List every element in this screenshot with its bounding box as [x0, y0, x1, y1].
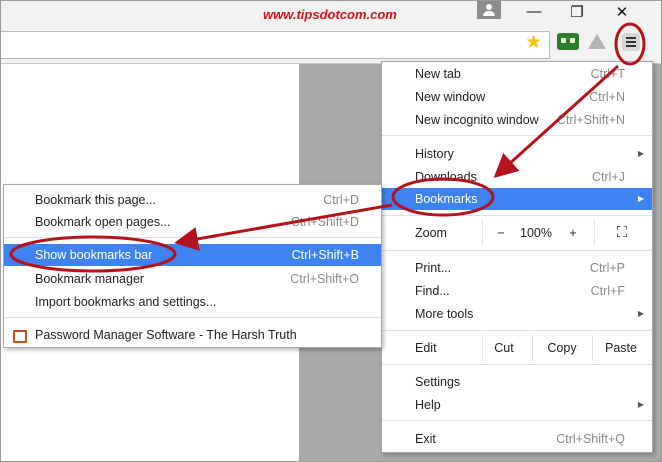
zoom-out-button[interactable]: −	[482, 220, 520, 246]
menu-item-settings[interactable]: Settings	[382, 371, 652, 393]
zoom-label: Zoom	[415, 226, 447, 240]
watermark-text: www.tipsdotcom.com	[263, 7, 397, 22]
browser-window: www.tipsdotcom.com — ❐ ✕ ★ New tab Ctrl+…	[0, 0, 662, 462]
cut-button[interactable]: Cut	[482, 335, 526, 361]
profile-button[interactable]	[477, 1, 501, 19]
menu-item-new-incognito-window[interactable]: New incognito window Ctrl+Shift+N	[382, 109, 652, 131]
chrome-main-menu: New tab Ctrl+T New window Ctrl+N New inc…	[381, 61, 653, 453]
zoom-level: 100%	[520, 226, 552, 240]
submenu-arrow-icon: ▶	[637, 309, 644, 318]
zoom-in-button[interactable]: +	[554, 220, 592, 246]
drive-extension-icon[interactable]	[588, 34, 606, 49]
restore-button[interactable]: ❐	[567, 3, 587, 21]
submenu-item-bookmark-this-page[interactable]: Bookmark this page... Ctrl+D	[4, 189, 381, 211]
menu-item-find[interactable]: Find... Ctrl+F	[382, 280, 652, 302]
menu-edit-row: Edit Cut Copy Paste	[382, 335, 652, 361]
title-bar: www.tipsdotcom.com — ❐ ✕	[1, 1, 661, 27]
menu-separator	[382, 330, 652, 331]
chrome-menu-button[interactable]	[622, 33, 640, 51]
submenu-item-bookmark-open-pages[interactable]: Bookmark open pages... Ctrl+Shift+D	[4, 211, 381, 233]
copy-button[interactable]: Copy	[538, 335, 586, 361]
submenu-item-bookmark-manager[interactable]: Bookmark manager Ctrl+Shift+O	[4, 268, 381, 290]
paste-button[interactable]: Paste	[596, 335, 646, 361]
menu-separator	[382, 135, 652, 136]
person-icon	[486, 4, 492, 10]
submenu-item-import-bookmarks[interactable]: Import bookmarks and settings...	[4, 291, 381, 313]
menu-item-bookmarks[interactable]: Bookmarks ▶	[382, 188, 652, 210]
edit-label: Edit	[415, 341, 437, 355]
menu-item-print[interactable]: Print... Ctrl+P	[382, 257, 652, 279]
site-favicon-icon	[13, 330, 27, 343]
menu-zoom-row: Zoom − 100% + ⛶	[382, 220, 652, 246]
fullscreen-icon[interactable]: ⛶	[602, 220, 642, 246]
close-button[interactable]: ✕	[612, 3, 632, 21]
menu-separator	[382, 215, 652, 216]
submenu-arrow-icon: ▶	[637, 149, 644, 158]
bookmark-item[interactable]: Password Manager Software - The Harsh Tr…	[4, 324, 381, 346]
menu-item-help[interactable]: Help ▶	[382, 394, 652, 416]
submenu-item-show-bookmarks-bar[interactable]: Show bookmarks bar Ctrl+Shift+B	[4, 244, 381, 266]
address-bar[interactable]	[1, 31, 550, 59]
bookmark-star-icon[interactable]: ★	[525, 31, 542, 54]
menu-item-history[interactable]: History ▶	[382, 143, 652, 165]
roboform-extension-icon[interactable]	[557, 33, 579, 50]
menu-separator	[382, 420, 652, 421]
menu-separator	[382, 250, 652, 251]
menu-separator	[4, 237, 381, 238]
menu-item-new-tab[interactable]: New tab Ctrl+T	[382, 63, 652, 85]
menu-item-more-tools[interactable]: More tools ▶	[382, 303, 652, 325]
menu-separator	[382, 364, 652, 365]
menu-item-downloads[interactable]: Downloads Ctrl+J	[382, 166, 652, 188]
menu-item-exit[interactable]: Exit Ctrl+Shift+Q	[382, 428, 652, 450]
minimize-button[interactable]: —	[524, 3, 544, 20]
submenu-arrow-icon: ▶	[637, 400, 644, 409]
submenu-arrow-icon: ▶	[637, 194, 644, 203]
browser-toolbar: ★	[1, 27, 661, 64]
menu-separator	[4, 317, 381, 318]
bookmarks-submenu: Bookmark this page... Ctrl+D Bookmark op…	[3, 184, 382, 348]
menu-item-new-window[interactable]: New window Ctrl+N	[382, 86, 652, 108]
